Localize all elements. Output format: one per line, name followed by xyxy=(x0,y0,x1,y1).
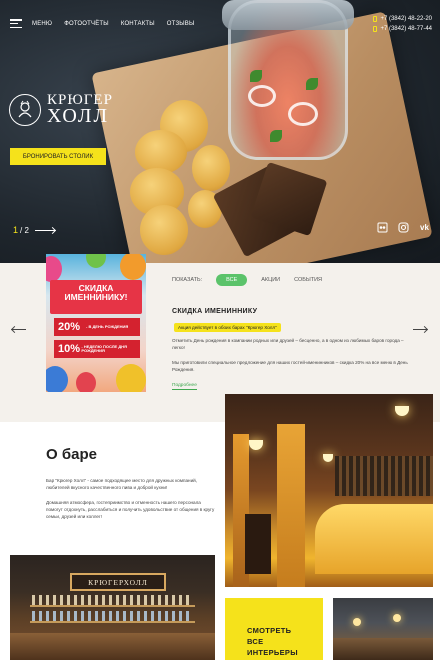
phone-number: +7 (3842) 48-22-20 xyxy=(380,16,432,22)
instagram-icon[interactable] xyxy=(398,222,409,233)
about-text-1: Бар "Крюгер Холл" - самое подходящее мес… xyxy=(46,478,198,490)
nav-link-photos[interactable]: ФОТООТЧЁТЫ xyxy=(64,21,109,27)
shelf xyxy=(30,621,195,623)
phone-2[interactable]: +7 (3842) 48-77-44 xyxy=(373,26,432,32)
top-nav: МЕНЮ ФОТООТЧЁТЫ КОНТАКТЫ ОТЗЫВЫ xyxy=(10,19,207,28)
hall-photo[interactable] xyxy=(333,598,433,660)
slide-pager: 1 / 2 xyxy=(13,225,55,235)
balloon xyxy=(46,366,68,392)
herb xyxy=(250,70,262,82)
hero-section: МЕНЮ ФОТООТЧЁТЫ КОНТАКТЫ ОТЗЫВЫ +7 (3842… xyxy=(0,0,440,263)
discount-note: - В ДЕНЬ РОЖДЕНИЯ xyxy=(86,323,129,329)
balloon xyxy=(116,364,146,392)
phone-icon xyxy=(373,26,378,32)
promo-text-1: Отметить День рождения в компании родных… xyxy=(172,338,404,350)
book-table-button[interactable]: БРОНИРОВАТЬ СТОЛИК xyxy=(10,148,106,165)
bar-sign: КРЮГЕРХОЛЛ xyxy=(70,573,166,591)
cta-line-1: СМОТРЕТЬ xyxy=(247,626,292,635)
bar-interior-photo[interactable] xyxy=(225,394,433,587)
promo-text-2: Мы приготовили специальное предложение д… xyxy=(172,360,408,372)
balloon xyxy=(46,256,62,282)
balloon xyxy=(120,254,146,280)
cta-line-2: ВСЕ xyxy=(247,636,264,646)
logo[interactable]: КРЮГЕР ХОЛЛ xyxy=(9,92,113,128)
logo-emblem-icon xyxy=(9,93,41,126)
lamp xyxy=(323,454,333,462)
balloon xyxy=(86,254,106,268)
onion-ring xyxy=(248,85,276,107)
menu-burger-icon[interactable] xyxy=(10,19,22,28)
nav-link-menu[interactable]: МЕНЮ xyxy=(32,21,52,27)
discount-value: 20% xyxy=(58,321,81,333)
card-discount-1: 20% - В ДЕНЬ РОЖДЕНИЯ xyxy=(54,318,140,336)
about-text-2: Домашняя атмосфера, гостеприимство и отм… xyxy=(46,500,215,519)
cta-line-3: ИНТЕРЬЕРЫ xyxy=(247,647,298,657)
counter-top xyxy=(10,633,215,660)
pillar xyxy=(277,424,305,587)
social-links: vk xyxy=(377,222,430,233)
phone-1[interactable]: +7 (3842) 48-22-20 xyxy=(373,16,432,22)
about-title: О баре xyxy=(46,446,97,463)
promo-card-image[interactable]: СКИДКА ИМЕННИНИКУ! 20% - В ДЕНЬ РОЖДЕНИЯ… xyxy=(46,254,146,392)
phone-icon xyxy=(373,16,378,22)
bottle-shelf xyxy=(335,456,433,496)
lamp xyxy=(393,614,401,622)
balloon xyxy=(76,372,96,392)
phone-number: +7 (3842) 48-77-44 xyxy=(380,26,432,32)
slide-next-arrow-icon[interactable] xyxy=(34,229,55,231)
filter-all[interactable]: ВСЕ xyxy=(216,274,248,286)
tripadvisor-icon[interactable] xyxy=(377,222,388,233)
card-banner: СКИДКА ИМЕННИНИКУ! xyxy=(50,280,142,314)
potato xyxy=(140,205,188,255)
lamp xyxy=(353,618,361,626)
bottle-row xyxy=(32,611,192,621)
lamp xyxy=(249,440,263,450)
shelf xyxy=(30,605,195,607)
slide-total: / 2 xyxy=(20,225,29,235)
onion-ring xyxy=(288,102,318,126)
herb xyxy=(306,78,318,90)
filter-promos[interactable]: АКЦИИ xyxy=(261,277,280,283)
discount-note: - НЕДЕЛЮ ПОСЛЕ ДНЯ РОЖДЕНИЯ xyxy=(81,343,127,353)
bar-counter xyxy=(315,504,433,574)
discount-value: 10% xyxy=(58,343,81,355)
stool xyxy=(245,514,271,574)
card-discount-2: 10% - НЕДЕЛЮ ПОСЛЕ ДНЯ РОЖДЕНИЯ xyxy=(54,340,140,358)
promo-tag: Акция действует в обоих барах "Крюгер Хо… xyxy=(174,323,281,332)
potato xyxy=(192,145,230,191)
promo-next-arrow-icon[interactable] xyxy=(413,329,427,330)
phones: +7 (3842) 48-22-20 +7 (3842) 48-77-44 xyxy=(373,16,432,36)
slide-current: 1 xyxy=(13,225,19,235)
jar-lid xyxy=(222,0,354,30)
bottle-row xyxy=(32,595,192,605)
promo-more-link[interactable]: Подробнее xyxy=(172,383,197,390)
vk-icon[interactable]: vk xyxy=(419,222,430,233)
see-all-interiors-button[interactable]: СМОТРЕТЬ ВСЕ ИНТЕРЬЕРЫ xyxy=(225,598,323,660)
nav-link-contacts[interactable]: КОНТАКТЫ xyxy=(121,21,155,27)
lamp xyxy=(395,406,409,416)
herb xyxy=(270,130,282,142)
bar-counter-photo[interactable]: КРЮГЕРХОЛЛ xyxy=(10,555,215,660)
filter-events[interactable]: СОБЫТИЯ xyxy=(294,277,322,283)
promo-prev-arrow-icon[interactable] xyxy=(12,329,26,330)
promo-title: СКИДКА ИМЕНИННИКУ xyxy=(172,308,258,315)
tables xyxy=(333,638,433,660)
logo-line-2: ХОЛЛ xyxy=(47,105,110,128)
filter-label: ПОКАЗАТЬ: xyxy=(172,277,203,283)
promo-filters: ПОКАЗАТЬ: ВСЕ АКЦИИ СОБЫТИЯ xyxy=(172,274,336,286)
nav-link-reviews[interactable]: ОТЗЫВЫ xyxy=(167,21,195,27)
